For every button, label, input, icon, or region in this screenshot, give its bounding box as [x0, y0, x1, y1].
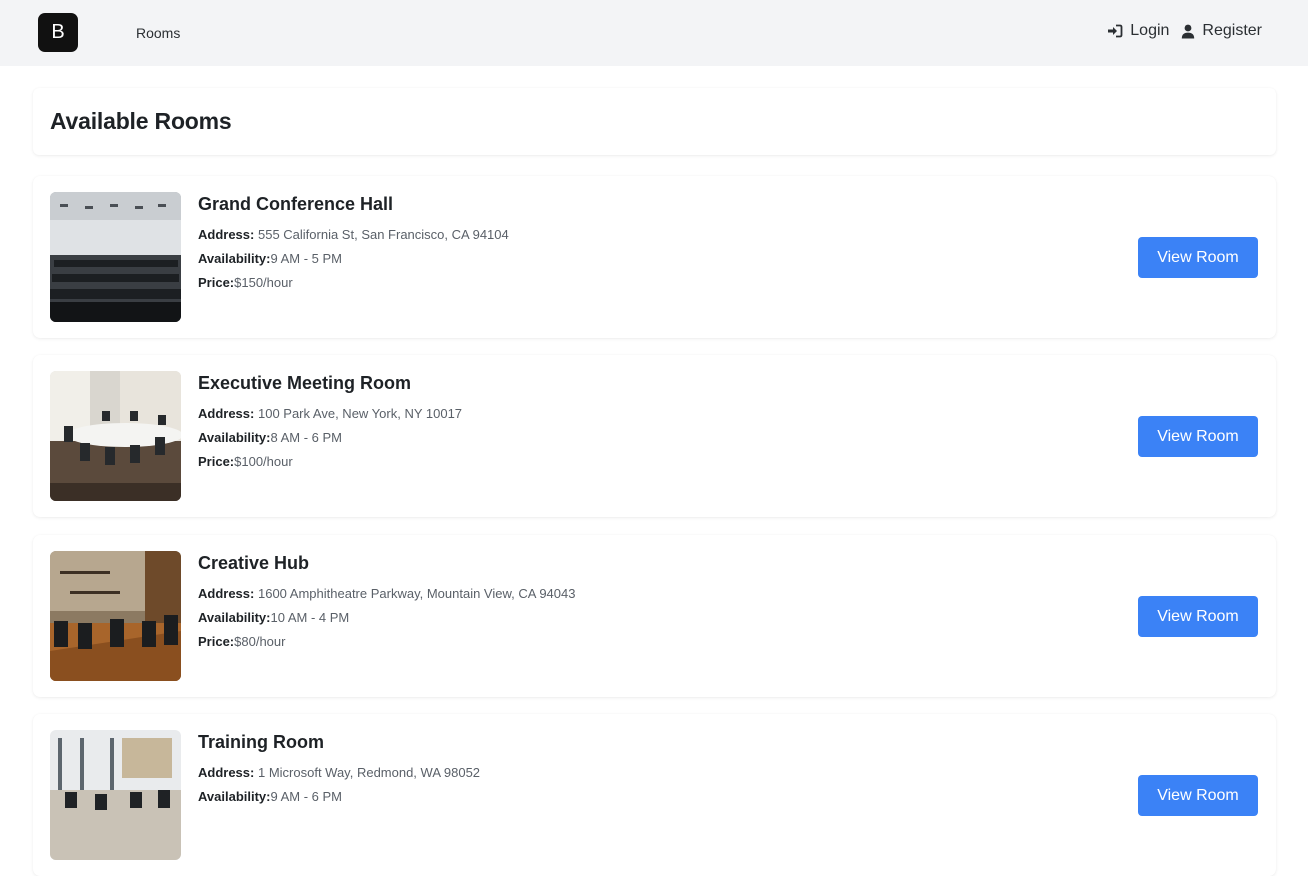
room-name: Training Room	[198, 732, 324, 752]
room-info: Creative Hub Address: 1600 Amphitheatre …	[198, 553, 575, 654]
login-link[interactable]: Login	[1107, 22, 1169, 40]
page-title: Available Rooms	[50, 108, 232, 134]
room-price: Price:$100/hour	[198, 454, 293, 469]
sign-in-icon	[1107, 24, 1123, 38]
room-card: Creative Hub Address: 1600 Amphitheatre …	[33, 535, 1276, 697]
room-image	[50, 730, 181, 860]
view-room-button[interactable]: View Room	[1138, 416, 1258, 457]
room-address: Address: 555 California St, San Francisc…	[198, 227, 509, 242]
room-address: Address: 100 Park Ave, New York, NY 1001…	[198, 406, 463, 421]
room-price: Price:$80/hour	[198, 634, 286, 649]
view-room-button[interactable]: View Room	[1138, 775, 1258, 816]
room-availability: Availability:9 AM - 5 PM	[198, 251, 343, 266]
room-image	[50, 192, 181, 322]
nav-auth-links: Login Register	[1107, 22, 1262, 40]
room-card: Training Room Address: 1 Microsoft Way, …	[33, 714, 1276, 876]
view-room-button[interactable]: View Room	[1138, 596, 1258, 637]
room-availability: Availability:8 AM - 6 PM	[198, 430, 343, 445]
brand-logo[interactable]: B	[38, 13, 78, 52]
room-card: Executive Meeting Room Address: 100 Park…	[33, 355, 1276, 517]
page-heading-card: Available Rooms	[33, 88, 1276, 155]
room-info: Executive Meeting Room Address: 100 Park…	[198, 373, 462, 474]
user-icon	[1181, 24, 1195, 39]
room-image	[50, 371, 181, 501]
room-name: Executive Meeting Room	[198, 373, 412, 393]
room-info: Grand Conference Hall Address: 555 Calif…	[198, 194, 509, 295]
view-room-button[interactable]: View Room	[1138, 237, 1258, 278]
room-image	[50, 551, 181, 681]
room-availability: Availability:10 AM - 4 PM	[198, 610, 350, 625]
room-name: Grand Conference Hall	[198, 194, 394, 214]
room-card: Grand Conference Hall Address: 555 Calif…	[33, 176, 1276, 338]
register-link[interactable]: Register	[1181, 22, 1262, 40]
register-label: Register	[1202, 22, 1262, 39]
room-info: Training Room Address: 1 Microsoft Way, …	[198, 732, 480, 809]
top-navbar: B Rooms Login Register	[0, 0, 1308, 66]
login-label: Login	[1130, 22, 1170, 39]
room-address: Address: 1600 Amphitheatre Parkway, Moun…	[198, 586, 576, 601]
nav-link-rooms[interactable]: Rooms	[136, 25, 180, 41]
room-name: Creative Hub	[198, 553, 310, 573]
room-price: Price:$150/hour	[198, 275, 293, 290]
room-address: Address: 1 Microsoft Way, Redmond, WA 98…	[198, 765, 481, 780]
room-availability: Availability:9 AM - 6 PM	[198, 789, 343, 804]
